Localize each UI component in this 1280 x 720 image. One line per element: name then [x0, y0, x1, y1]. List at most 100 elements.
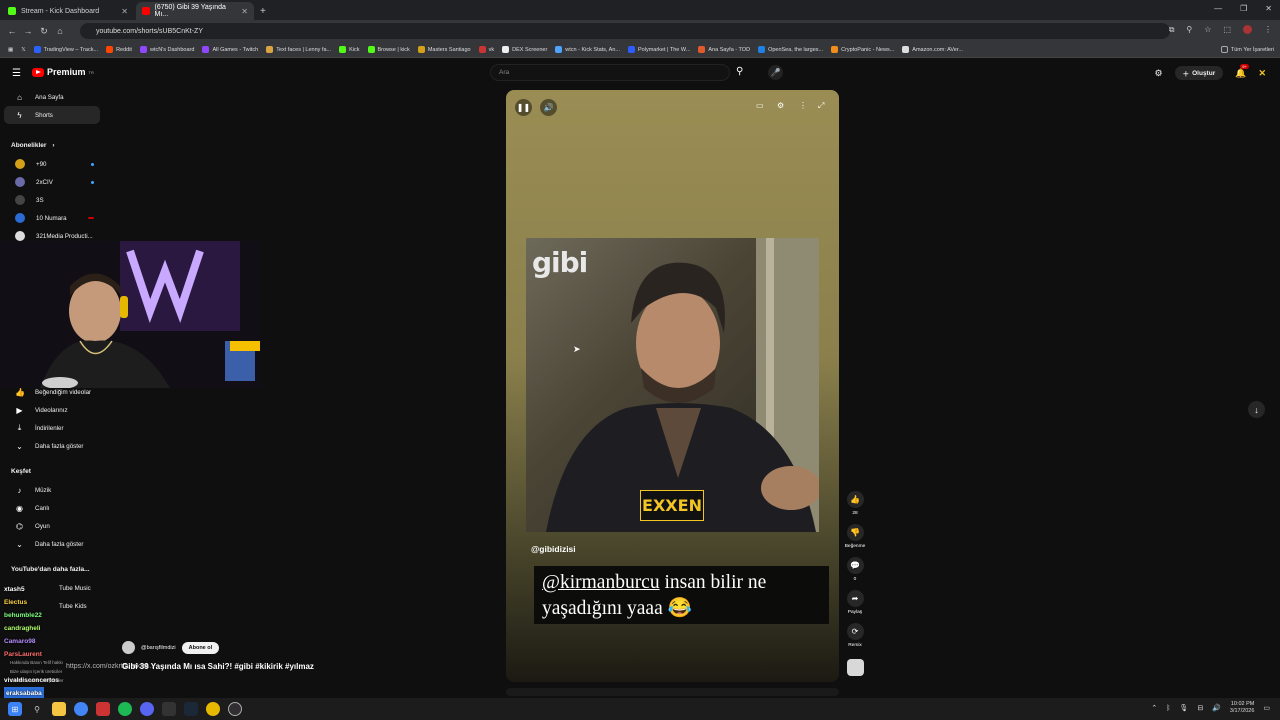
bookmark-amazon[interactable]: Amazon.com: AVer...	[902, 46, 963, 53]
bookmark-tradingview[interactable]: TradingView – Track...	[33, 46, 98, 53]
sidebar-item-music[interactable]: ♪ Müzik	[4, 481, 100, 499]
fullscreen-icon[interactable]: ⤢	[818, 101, 824, 111]
next-channel-handle[interactable]: @barışfilmdizi	[141, 645, 176, 651]
bookmark-kick-stats[interactable]: wtcn - Kick Stats, An...	[555, 46, 620, 53]
new-tab-button[interactable]: +	[260, 6, 266, 17]
channel-handle[interactable]: @gibidizisi	[531, 544, 576, 554]
app-icon[interactable]	[96, 702, 110, 716]
extensions-icon[interactable]: ⬚	[1223, 25, 1231, 35]
tab-youtube-short[interactable]: (6750) Gibi 39 Yaşında Mı... ✕	[136, 2, 254, 20]
maximize-button[interactable]: ❐	[1240, 4, 1247, 13]
bookmark-x[interactable]: 𝕏	[21, 47, 25, 53]
more-options-icon[interactable]: ⋮	[799, 101, 807, 110]
pause-button[interactable]: ❚❚	[515, 99, 532, 116]
bookmark-dashboard[interactable]: wtcN's Dashboard	[139, 46, 194, 53]
home-button[interactable]: ⌂	[52, 26, 68, 36]
settings-icon[interactable]: ⚙	[777, 101, 784, 110]
like-button[interactable]: 👍	[846, 491, 864, 508]
remix-button[interactable]: ⟳	[846, 623, 864, 640]
volume-button[interactable]: 🔊	[540, 99, 557, 116]
sidebar-item-gaming[interactable]: ⌬ Oyun	[4, 517, 100, 535]
chevron-up-icon[interactable]: ⌃	[1151, 704, 1157, 712]
bookmark-cryptopanic[interactable]: CryptoPanic - News...	[831, 46, 894, 53]
file-explorer-icon[interactable]	[52, 702, 66, 716]
discord-icon[interactable]	[140, 702, 154, 716]
apps-icon[interactable]: ▦	[8, 47, 13, 53]
menu-icon[interactable]: ☰	[12, 68, 21, 79]
bluetooth-icon[interactable]: ᛒ	[1166, 705, 1170, 712]
next-short-arrow-icon[interactable]: ↓	[1248, 401, 1265, 418]
close-window-button[interactable]: ✕	[1265, 4, 1272, 13]
create-button[interactable]: ＋ Oluştur	[1174, 66, 1224, 80]
sidebar-item-show-more[interactable]: ⌄ Daha fazla göster	[4, 437, 100, 455]
sidebar-item-downloads[interactable]: ⤓ İndirilenler	[4, 419, 100, 437]
close-icon[interactable]: ✕	[121, 7, 128, 16]
profile-avatar[interactable]	[1243, 25, 1252, 34]
bookmark-opensea[interactable]: OpenSea, the larges...	[758, 46, 823, 53]
bookmark-reddit[interactable]: Reddit	[106, 46, 132, 53]
volume-icon[interactable]: 🔊	[1212, 704, 1221, 712]
channel-avatar[interactable]	[122, 641, 135, 654]
captions-icon[interactable]: ▭	[756, 101, 764, 110]
minimize-button[interactable]: —	[1214, 4, 1222, 13]
sidebar-sub-item[interactable]: +90	[4, 155, 100, 173]
bookmark-masters[interactable]: Masters Santiago	[417, 46, 471, 53]
mic-icon[interactable]: 🎙	[1179, 704, 1188, 712]
bookmark-star-icon[interactable]: ☆	[1204, 25, 1211, 35]
sidebar-item-shorts[interactable]: ϟ Shorts	[4, 106, 100, 124]
bookmark-tod[interactable]: Ana Sayfa - TOD	[698, 46, 750, 53]
close-icon[interactable]: ✕	[241, 7, 248, 16]
notification-center-icon[interactable]: ▭	[1263, 704, 1270, 712]
comment-button[interactable]: 💬	[846, 557, 864, 574]
clock[interactable]: 10:02 PM 3/17/2026	[1230, 701, 1254, 715]
bookmark-kick[interactable]: Kick	[339, 46, 360, 53]
footer-links[interactable]: Reklam verme Geliştiriciler	[10, 676, 110, 685]
search-icon[interactable]: ⚲	[30, 702, 44, 716]
install-icon[interactable]: ⧉	[1169, 25, 1175, 35]
sidebar-sub-item[interactable]: 3S	[4, 191, 100, 209]
bookmark-polymarket[interactable]: Polymarket | The W...	[628, 46, 690, 53]
shorts-player[interactable]: ❚❚ 🔊 ▭ ⚙ ⋮ ⤢ gibi EXXEN @gibidizisi @kir…	[506, 90, 839, 682]
tab-kick-dashboard[interactable]: Stream - Kick Dashboard ✕	[2, 2, 134, 20]
bookmark-browse-kick[interactable]: Browse | kick	[367, 46, 410, 53]
network-icon[interactable]: ⊟	[1197, 704, 1203, 712]
spotify-icon[interactable]	[118, 702, 132, 716]
menu-icon[interactable]: ⋮	[1264, 25, 1272, 35]
sound-thumbnail[interactable]	[846, 659, 864, 676]
app-icon[interactable]	[162, 702, 176, 716]
zoom-icon[interactable]: ⚲	[1186, 25, 1192, 35]
cast-icon[interactable]: ⚙	[1155, 68, 1163, 79]
steam-icon[interactable]	[184, 702, 198, 716]
all-bookmarks[interactable]: Tüm Yer İşaretleri	[1220, 46, 1274, 53]
url-field[interactable]: youtube.com/shorts/sUB5CnKt-ZY	[80, 23, 1170, 39]
sidebar-sub-item[interactable]: 2xCIV	[4, 173, 100, 191]
notifications-button[interactable]: 🔔 9+	[1235, 63, 1249, 79]
sidebar-item-show-more[interactable]: ⌄ Daha fazla göster	[4, 535, 100, 553]
subscribe-button[interactable]: Abone ol	[181, 641, 220, 654]
chrome-icon[interactable]	[74, 702, 88, 716]
reload-button[interactable]: ↻	[36, 26, 52, 37]
forward-button[interactable]: →	[20, 26, 36, 36]
share-button[interactable]: ➦	[846, 590, 864, 607]
mic-icon[interactable]: 🎤	[768, 65, 783, 80]
app-icon[interactable]	[206, 702, 220, 716]
search-icon[interactable]: ⚲	[736, 66, 743, 77]
youtube-premium-logo[interactable]: Premium TR	[32, 67, 94, 77]
sidebar-item-live[interactable]: ◉ Canlı	[4, 499, 100, 517]
start-icon[interactable]: ⊞	[8, 702, 22, 716]
bookmark-lenny[interactable]: Text faces | Lenny fa...	[266, 46, 331, 53]
caption-mention[interactable]: @kirmanburcu	[542, 572, 660, 593]
sidebar-item-home[interactable]: ⌂ Ana Sayfa	[4, 88, 100, 106]
sidebar-sub-item[interactable]: 10 Numara	[4, 209, 100, 227]
back-button[interactable]: ←	[4, 26, 20, 36]
avatar[interactable]: ✕	[1258, 68, 1266, 79]
subscriptions-header[interactable]: Abonelikler ›	[0, 135, 104, 155]
sidebar-item-your-videos[interactable]: ▶ Videolarınız	[4, 401, 100, 419]
dislike-button[interactable]: 👎	[846, 524, 864, 541]
bookmark-vk[interactable]: vk	[478, 46, 494, 53]
obs-icon[interactable]	[228, 702, 242, 716]
bookmark-dexscreener[interactable]: DEX Screener	[502, 46, 547, 53]
next-short-title[interactable]: Gibi 39 Yaşında Mı ısa Sahi?! #gibi #kik…	[122, 662, 314, 671]
search-input[interactable]: Ara	[490, 64, 730, 81]
bookmark-twitch-games[interactable]: All Games - Twitch	[202, 46, 258, 53]
